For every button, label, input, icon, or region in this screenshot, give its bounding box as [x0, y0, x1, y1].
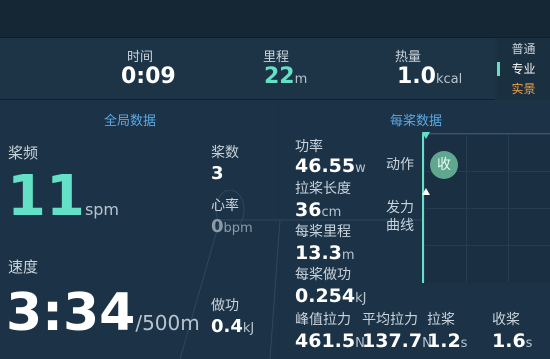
- mode-pro-tab[interactable]: 专业: [497, 59, 550, 79]
- work-readout: 0.4kJ: [211, 316, 254, 337]
- recovery-time-readout: 1.6s: [492, 330, 532, 352]
- stroke-rate-unit: spm: [84, 200, 120, 219]
- per-stroke-title: 每桨数据: [390, 114, 443, 129]
- time-label: 时间: [127, 50, 154, 65]
- speed-readout: 3:34/500m: [6, 282, 200, 344]
- recovery-time-value: 1.6: [492, 330, 526, 352]
- curve-top-marker-icon: [422, 132, 430, 139]
- stroke-rate-value: 11: [7, 164, 85, 229]
- stroke-length-unit: cm: [321, 205, 342, 220]
- avg-force-label: 平均拉力: [362, 312, 418, 328]
- recovery-time-unit: s: [525, 336, 533, 351]
- heart-rate-unit: bpm: [223, 221, 253, 236]
- power-value: 46.55: [295, 155, 356, 177]
- calories-unit: kcal: [435, 72, 463, 87]
- stroke-length-label: 拉桨长度: [295, 181, 351, 197]
- distance-readout: 22m: [264, 64, 307, 89]
- drive-time-value: 1.2: [427, 330, 461, 352]
- stroke-distance-readout: 13.3m: [295, 242, 355, 264]
- work-label: 做功: [211, 298, 239, 314]
- drive-time-readout: 1.2s: [427, 330, 467, 352]
- peak-force-readout: 461.5N: [295, 330, 365, 352]
- calories-value: 1.0: [397, 64, 436, 89]
- peak-force-value: 461.5: [295, 330, 356, 352]
- avg-force-readout: 137.7N: [362, 330, 432, 352]
- stroke-distance-unit: m: [341, 248, 355, 263]
- global-title: 全局数据: [104, 114, 157, 129]
- power-unit: w: [355, 161, 366, 176]
- work-unit: kJ: [242, 321, 255, 336]
- stroke-rate-readout: 11spm: [7, 164, 119, 230]
- stroke-rate-label: 桨频: [8, 144, 39, 162]
- heart-rate-value: 0: [211, 216, 224, 237]
- stroke-distance-value: 13.3: [295, 242, 342, 264]
- distance-value: 22: [264, 64, 295, 89]
- speed-label: 速度: [8, 258, 39, 276]
- recovery-time-label: 收桨: [492, 312, 520, 328]
- stroke-distance-label: 每桨里程: [295, 224, 351, 240]
- stroke-length-readout: 36cm: [295, 199, 341, 221]
- mode-scenic-tab[interactable]: 实景: [497, 79, 550, 99]
- time-value: 0:09: [121, 64, 176, 89]
- peak-force-label: 峰值拉力: [295, 312, 351, 328]
- top-bar: [0, 0, 550, 38]
- speed-unit: /500m: [135, 311, 200, 335]
- power-label: 功率: [295, 139, 323, 155]
- stroke-phase-badge: 收: [430, 151, 458, 179]
- calories-readout: 1.0kcal: [397, 64, 462, 89]
- drive-time-unit: s: [460, 336, 468, 351]
- stroke-work-value: 0.254: [295, 285, 356, 307]
- mode-normal-tab[interactable]: 普通: [497, 39, 550, 59]
- avg-force-value: 137.7: [362, 330, 423, 352]
- mode-selector: 普通 专业 实景: [497, 38, 550, 100]
- action-label: 动作: [386, 157, 414, 173]
- speed-value: 3:34: [6, 283, 136, 343]
- force-curve-label-2: 曲线: [386, 218, 414, 234]
- heart-rate-label: 心率: [211, 198, 239, 214]
- stroke-count-label: 桨数: [211, 145, 239, 161]
- stroke-work-label: 每桨做功: [295, 267, 351, 283]
- stroke-count-value: 3: [211, 163, 224, 184]
- distance-label: 里程: [263, 50, 290, 65]
- heart-rate-readout: 0bpm: [211, 216, 253, 237]
- stroke-work-readout: 0.254kJ: [295, 285, 366, 307]
- force-curve-label-1: 发力: [386, 200, 414, 216]
- power-readout: 46.55w: [295, 155, 366, 177]
- drive-time-label: 拉桨: [427, 312, 455, 328]
- work-value: 0.4: [211, 316, 243, 337]
- distance-unit: m: [294, 72, 308, 87]
- calories-label: 热量: [395, 50, 422, 65]
- stroke-work-unit: kJ: [355, 291, 367, 306]
- stroke-length-value: 36: [295, 199, 322, 221]
- curve-axis-arrow-icon: [422, 188, 430, 195]
